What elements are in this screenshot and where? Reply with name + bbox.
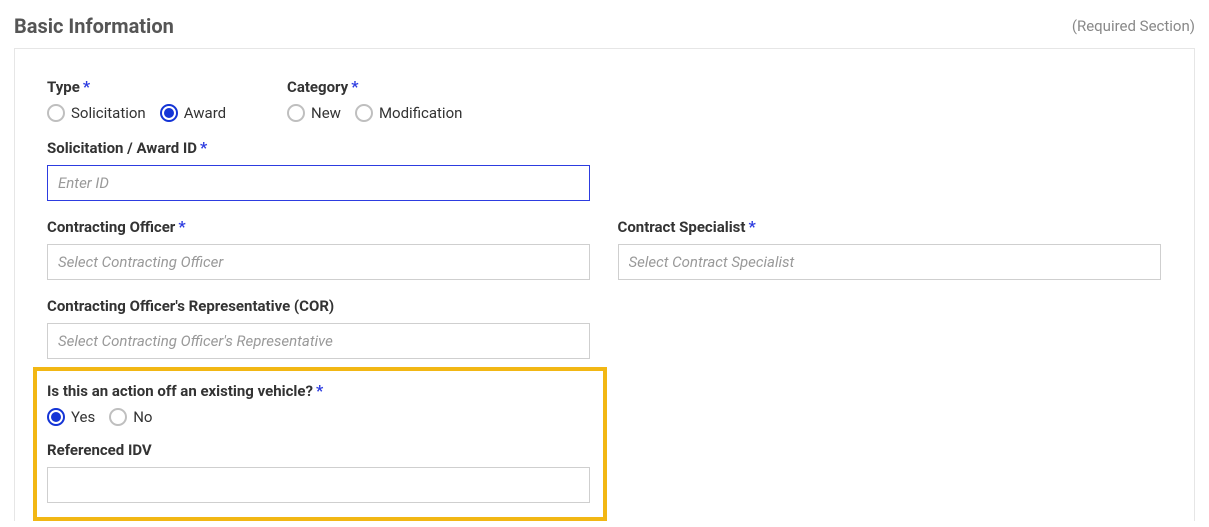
- radio-unchecked-icon: [355, 104, 373, 122]
- radio-checked-icon: [160, 104, 178, 122]
- type-label: Type: [47, 78, 80, 96]
- type-award-label: Award: [184, 104, 226, 122]
- contract-specialist-label: Contract Specialist: [618, 218, 746, 236]
- required-section-label: (Required Section): [1072, 17, 1195, 35]
- solicitation-award-id-field: Solicitation / Award ID*: [47, 138, 1162, 201]
- solicitation-award-id-label: Solicitation / Award ID: [47, 139, 197, 157]
- required-star: *: [178, 217, 185, 236]
- category-field: Category* New Modification: [287, 77, 462, 122]
- cor-label: Contracting Officer's Representative (CO…: [47, 297, 334, 315]
- type-field: Type* Solicitation Award: [47, 77, 247, 122]
- category-new-option[interactable]: New: [287, 104, 341, 122]
- type-award-option[interactable]: Award: [160, 104, 226, 122]
- vehicle-yes-label: Yes: [71, 408, 95, 426]
- vehicle-yes-option[interactable]: Yes: [47, 408, 95, 426]
- existing-vehicle-label: Is this an action off an existing vehicl…: [47, 382, 313, 400]
- radio-unchecked-icon: [47, 104, 65, 122]
- cor-field: Contracting Officer's Representative (CO…: [47, 296, 1162, 359]
- category-new-label: New: [311, 104, 341, 122]
- existing-vehicle-field: Is this an action off an existing vehicl…: [47, 381, 593, 426]
- required-star: *: [316, 381, 323, 400]
- contracting-officer-input[interactable]: [47, 244, 590, 280]
- solicitation-award-id-input[interactable]: [47, 165, 590, 201]
- contract-specialist-field: Contract Specialist*: [618, 217, 1163, 280]
- radio-unchecked-icon: [109, 408, 127, 426]
- contracting-officer-field: Contracting Officer*: [47, 217, 592, 280]
- category-label: Category: [287, 78, 348, 96]
- type-solicitation-label: Solicitation: [71, 104, 146, 122]
- required-star: *: [748, 217, 755, 236]
- vehicle-no-option[interactable]: No: [109, 408, 152, 426]
- category-modification-option[interactable]: Modification: [355, 104, 462, 122]
- required-star: *: [200, 138, 207, 157]
- vehicle-no-label: No: [133, 408, 152, 426]
- referenced-idv-label: Referenced IDV: [47, 441, 152, 459]
- required-star: *: [351, 77, 358, 96]
- radio-checked-icon: [47, 408, 65, 426]
- type-solicitation-option[interactable]: Solicitation: [47, 104, 146, 122]
- contracting-officer-label: Contracting Officer: [47, 218, 175, 236]
- referenced-idv-input[interactable]: [47, 467, 590, 503]
- cor-input[interactable]: [47, 323, 590, 359]
- section-header: Basic Information (Required Section): [0, 0, 1209, 48]
- required-star: *: [83, 77, 90, 96]
- basic-info-panel: Type* Solicitation Award Category*: [14, 48, 1195, 521]
- radio-unchecked-icon: [287, 104, 305, 122]
- section-title: Basic Information: [14, 14, 174, 38]
- existing-vehicle-highlight: Is this an action off an existing vehicl…: [33, 367, 607, 521]
- contract-specialist-input[interactable]: [618, 244, 1161, 280]
- category-modification-label: Modification: [379, 104, 462, 122]
- referenced-idv-field: Referenced IDV: [47, 440, 593, 503]
